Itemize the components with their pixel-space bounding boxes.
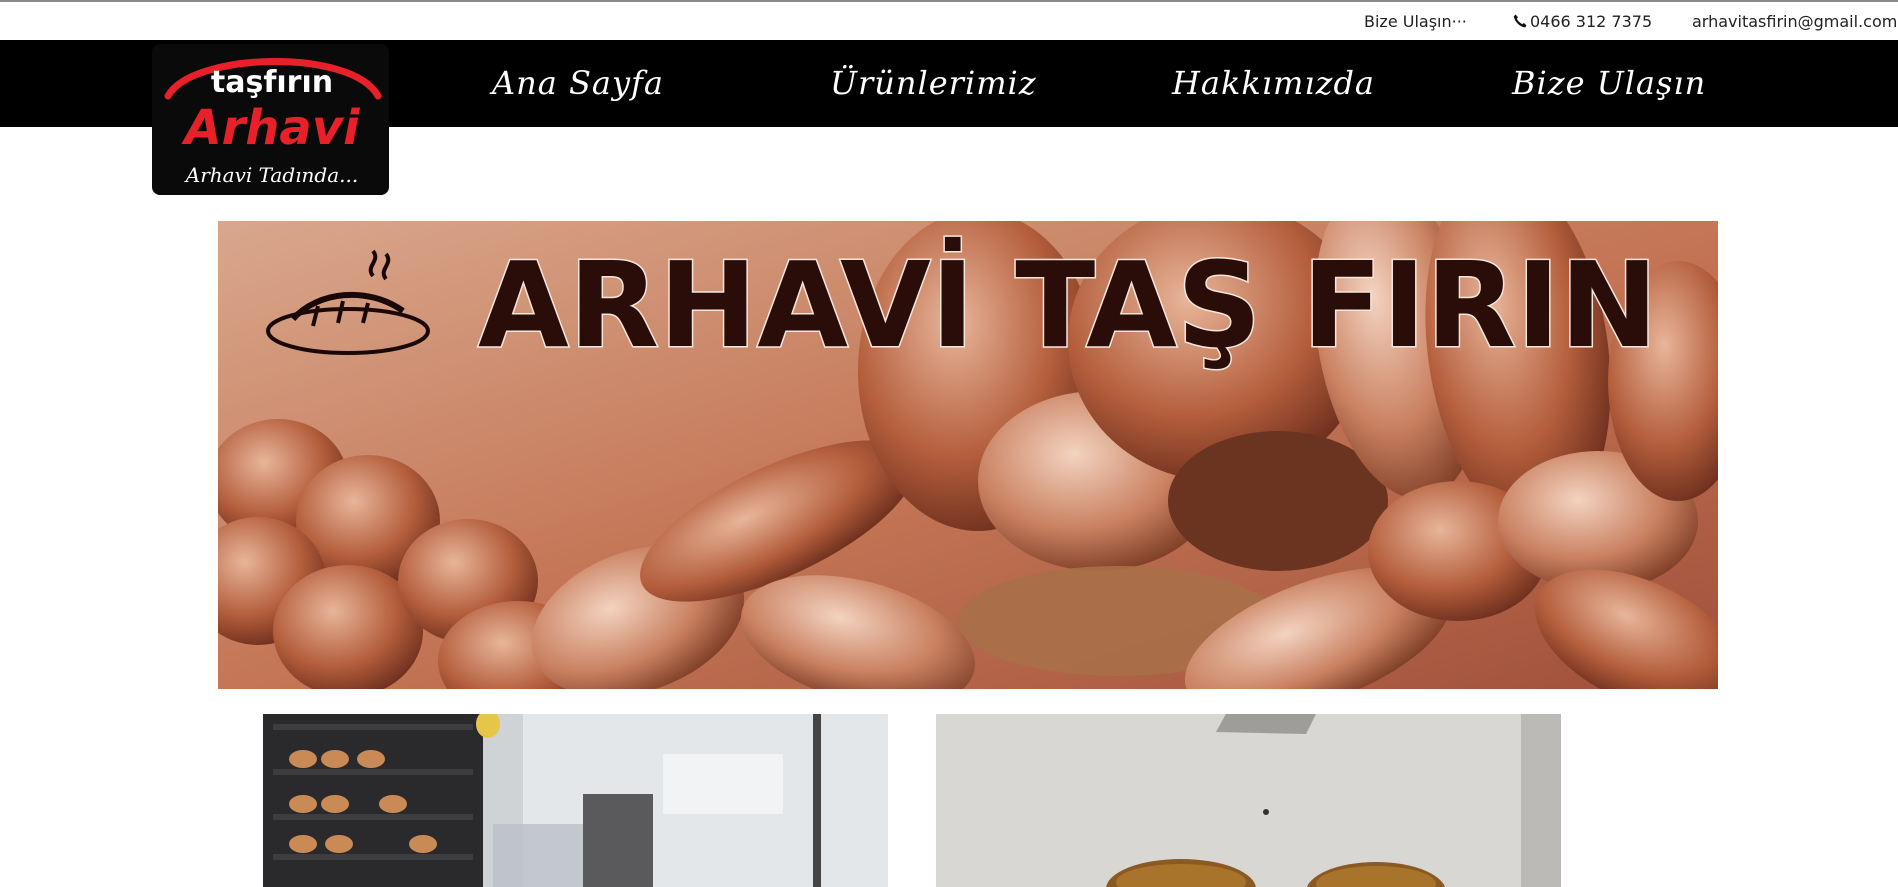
hero-banner: ARHAVİ TAŞ FIRIN [218, 221, 1718, 689]
bakery-interior-photo [263, 714, 888, 887]
logo-tagline: Arhavi Tadında... [184, 163, 358, 187]
topbar-contact-link[interactable]: Bize Ulaşın··· [1364, 12, 1467, 31]
phone-icon [1513, 14, 1527, 28]
topbar-email-link[interactable]: arhavitasfirin@gmail.com [1692, 12, 1897, 31]
nav-about[interactable]: Hakkımızda [1172, 64, 1375, 102]
nav-home[interactable]: Ana Sayfa [492, 64, 664, 102]
nav-contact[interactable]: Bize Ulaşın [1512, 64, 1706, 102]
bread-product-photo [936, 714, 1561, 887]
banner-title: ARHAVİ TAŞ FIRIN [478, 236, 1658, 374]
nav-products[interactable]: Ürünlerimiz [830, 64, 1037, 102]
topbar-phone-link[interactable]: 0466 312 7375 [1512, 12, 1652, 31]
logo-line2: Arhavi [180, 100, 360, 156]
site-logo[interactable]: taşfırın Arhavi Arhavi Tadında... [152, 44, 389, 195]
top-contact-bar: Bize Ulaşın··· 0466 312 7375 arhavitasfi… [0, 0, 1898, 40]
logo-line1: taşfırın [211, 65, 333, 100]
phone-number: 0466 312 7375 [1530, 12, 1653, 31]
